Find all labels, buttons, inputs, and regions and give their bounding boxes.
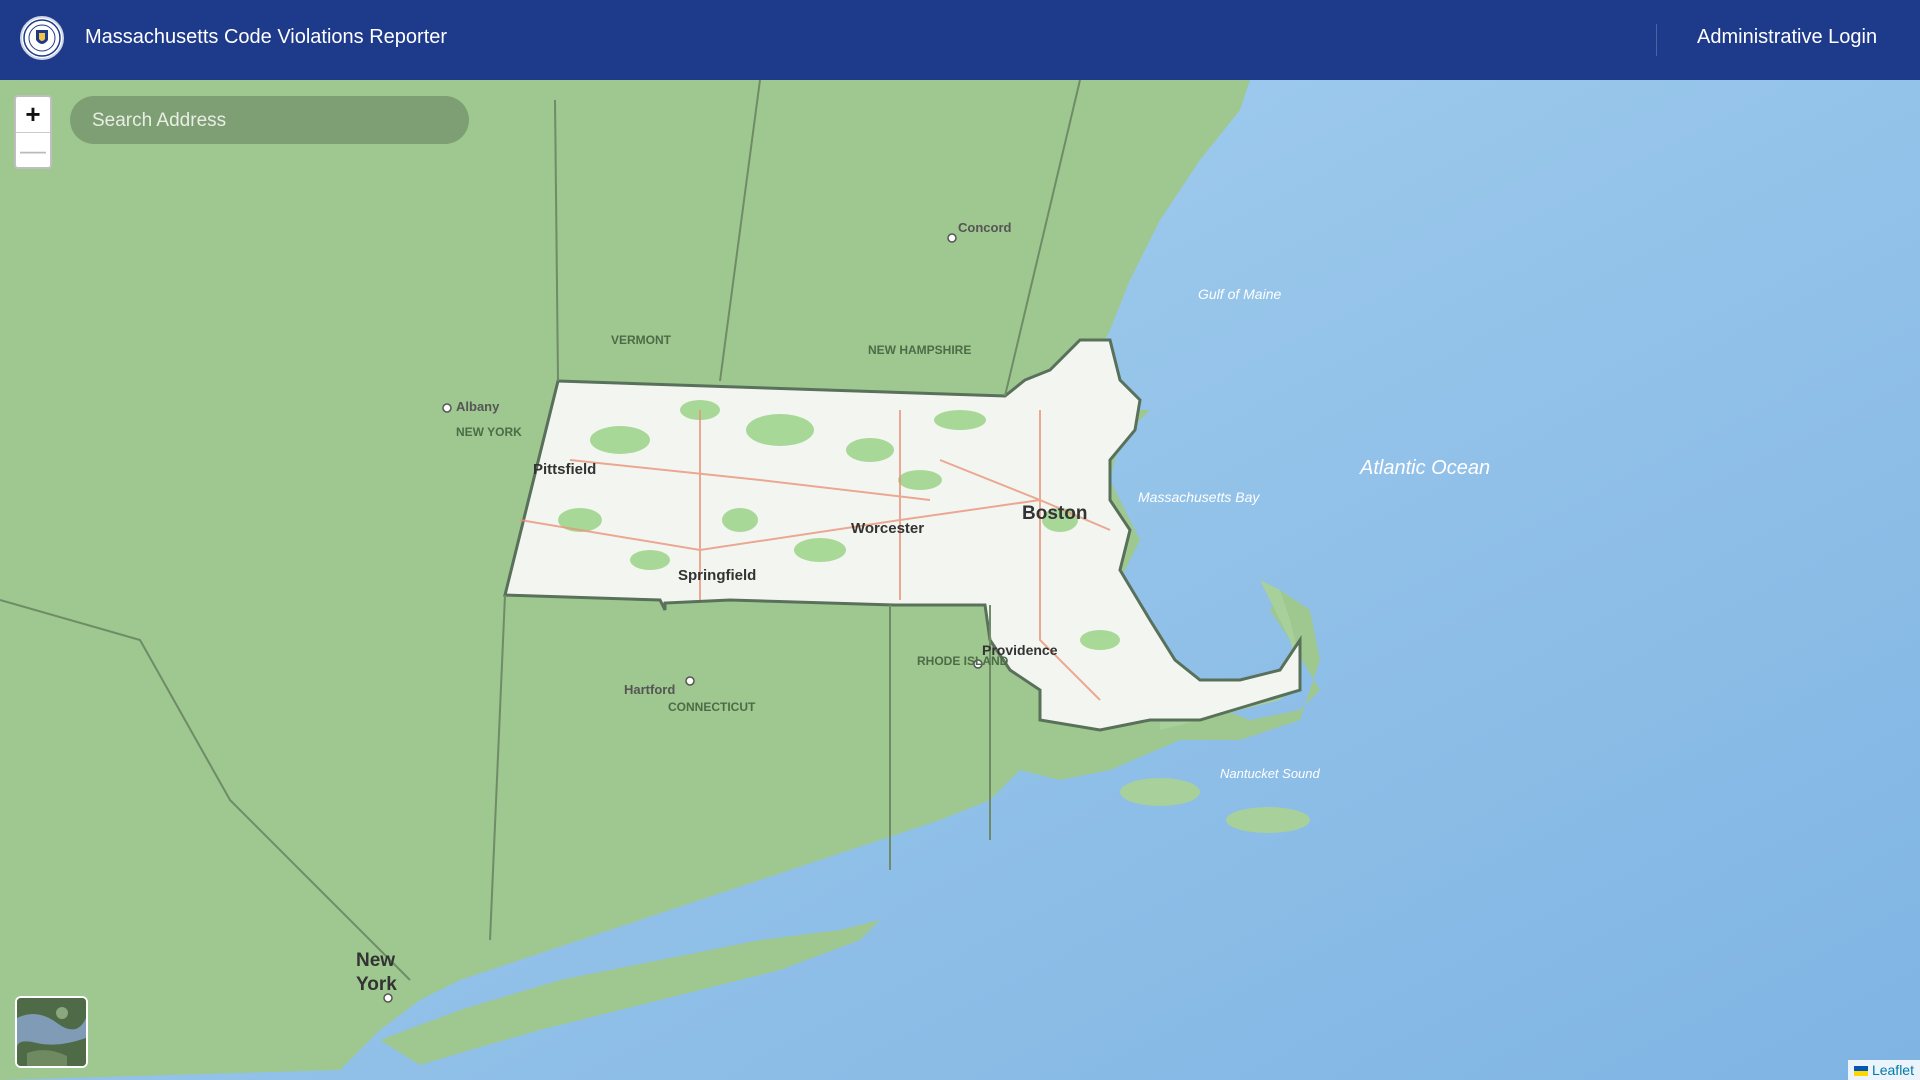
label-concord: Concord: [958, 220, 1012, 235]
zoom-in-button[interactable]: +: [16, 97, 50, 132]
label-new-york-1: New: [356, 950, 395, 971]
label-boston: Boston: [1022, 503, 1087, 524]
label-connecticut: CONNECTICUT: [668, 700, 756, 714]
zoom-out-button[interactable]: —: [16, 132, 50, 168]
label-albany: Albany: [456, 399, 500, 414]
layer-switcher-button[interactable]: [15, 996, 88, 1068]
nantucket: [1226, 807, 1310, 833]
app-header: Massachusetts Code Violations Reporter A…: [0, 0, 1920, 80]
map-attribution[interactable]: Leaflet: [1847, 1060, 1920, 1080]
label-gulf-of-maine: Gulf of Maine: [1198, 286, 1281, 302]
app-title: Massachusetts Code Violations Reporter: [85, 26, 448, 48]
label-vermont: VERMONT: [611, 333, 672, 347]
label-new-york-2: York: [356, 974, 397, 995]
marthas-vineyard: [1120, 778, 1200, 806]
header-divider: [1656, 24, 1657, 56]
label-new-york-state: NEW YORK: [456, 425, 522, 439]
map-canvas[interactable]: Pittsfield Springfield Worcester Boston …: [0, 80, 1920, 1080]
label-rhode-island: RHODE ISLAND: [917, 654, 1009, 668]
label-pittsfield: Pittsfield: [533, 461, 596, 478]
leaflet-link[interactable]: Leaflet: [1872, 1062, 1914, 1078]
label-nantucket-sound: Nantucket Sound: [1220, 766, 1321, 781]
label-springfield: Springfield: [678, 567, 756, 584]
label-new-hampshire: NEW HAMPSHIRE: [868, 343, 971, 357]
satellite-thumbnail-icon: [17, 998, 86, 1066]
label-massachusetts-bay: Massachusetts Bay: [1138, 489, 1260, 505]
ukraine-flag-icon: [1853, 1066, 1868, 1076]
label-worcester: Worcester: [851, 520, 924, 537]
label-hartford: Hartford: [624, 682, 675, 697]
massachusetts-seal-icon: [20, 16, 64, 60]
admin-login-link[interactable]: Administrative Login: [1697, 26, 1877, 49]
zoom-control: + —: [14, 95, 52, 169]
search-input[interactable]: [90, 96, 454, 146]
address-search-box: [70, 96, 469, 146]
label-atlantic-ocean: Atlantic Ocean: [1359, 457, 1490, 479]
